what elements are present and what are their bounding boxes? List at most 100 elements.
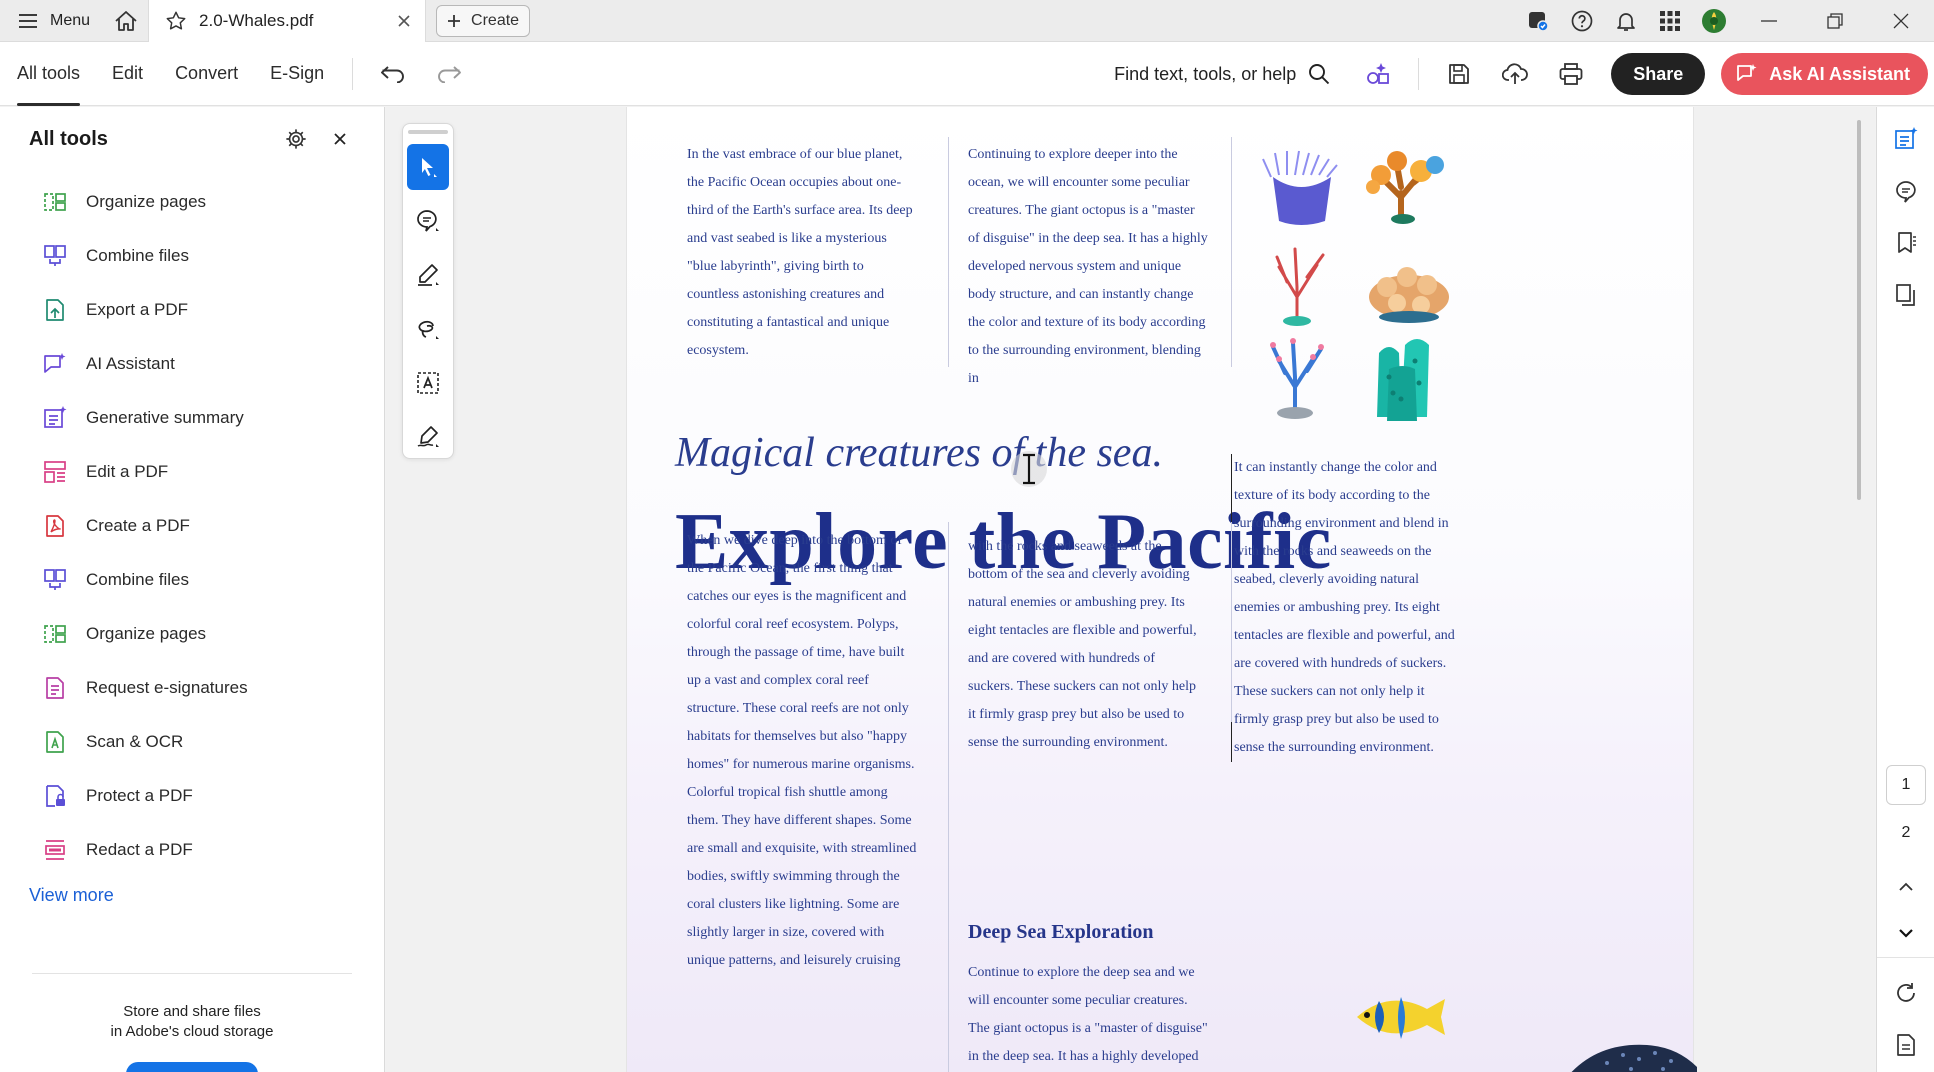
plus-icon	[448, 14, 461, 27]
title-bar: Menu 2.0-Whales.pdf Create	[0, 0, 1934, 42]
ai-shapes-button[interactable]	[1350, 42, 1406, 106]
tab-esign[interactable]: E-Sign	[254, 42, 340, 106]
tab-edit-label: Edit	[112, 63, 144, 83]
minimize-icon	[1761, 20, 1777, 22]
tab-convert[interactable]: Convert	[159, 42, 254, 106]
tool-combine-files[interactable]: Combine files	[0, 229, 384, 283]
tool-label: Generative summary	[86, 408, 244, 427]
tool-combine-files-2[interactable]: Combine files	[0, 553, 384, 607]
ask-ai-assistant-button[interactable]: Ask AI Assistant	[1721, 53, 1928, 95]
upload-button[interactable]	[1487, 42, 1543, 106]
gear-icon	[286, 129, 306, 149]
text-select-tool-button[interactable]	[407, 360, 449, 406]
tool-label: Edit a PDF	[86, 462, 169, 481]
tool-organize-pages[interactable]: Organize pages	[0, 175, 384, 229]
select-tool-button[interactable]	[407, 144, 449, 190]
close-window-button[interactable]	[1868, 0, 1934, 42]
comment-tool-button[interactable]	[407, 198, 449, 244]
rotate-button[interactable]	[1877, 967, 1934, 1019]
tool-label: Organize pages	[86, 192, 207, 211]
combine-files-icon	[42, 567, 68, 593]
tool-request-esignatures[interactable]: Request e-signatures	[0, 661, 384, 715]
save-button[interactable]	[1431, 42, 1487, 106]
highlight-tool-button[interactable]	[407, 252, 449, 298]
page-1-button[interactable]: 1	[1886, 765, 1926, 805]
undo-button[interactable]	[365, 42, 421, 106]
ai-summary-panel-button[interactable]	[1877, 113, 1934, 165]
tool-edit-pdf[interactable]: Edit a PDF	[0, 445, 384, 499]
tab-edit[interactable]: Edit	[96, 42, 159, 106]
sign-tool-button[interactable]	[407, 414, 449, 460]
view-more-link[interactable]: View more	[29, 885, 114, 906]
restore-button[interactable]	[1802, 0, 1868, 42]
comment-icon	[1896, 181, 1916, 203]
page-2-button[interactable]: 2	[1886, 813, 1926, 853]
page-info-button[interactable]	[1877, 1019, 1934, 1071]
tool-ai-assistant[interactable]: AI Assistant	[0, 337, 384, 391]
page-number: 1	[1901, 776, 1911, 793]
panel-header: All tools	[0, 107, 384, 171]
intro-paragraph: In the vast embrace of our blue planet, …	[687, 147, 913, 358]
tool-export-pdf[interactable]: Export a PDF	[0, 283, 384, 337]
avatar-icon	[1702, 9, 1726, 33]
column-divider	[1231, 522, 1232, 722]
help-button[interactable]	[1560, 0, 1604, 42]
help-icon	[1571, 10, 1593, 32]
save-icon	[1449, 64, 1470, 84]
minimize-button[interactable]	[1736, 0, 1802, 42]
drag-handle[interactable]	[408, 130, 448, 134]
tab-all-tools[interactable]: All tools	[0, 42, 96, 106]
document-tab[interactable]: 2.0-Whales.pdf	[148, 0, 427, 42]
apps-icon	[1660, 11, 1680, 31]
find-placeholder: Find text, tools, or help	[1114, 63, 1297, 84]
menu-label: Menu	[50, 11, 91, 29]
tool-create-pdf[interactable]: Create a PDF	[0, 499, 384, 553]
redo-button[interactable]	[421, 42, 477, 106]
tool-label: Scan & OCR	[86, 732, 184, 751]
refresh-icon	[1897, 983, 1915, 1002]
create-button[interactable]: Create	[436, 4, 531, 37]
tool-scan-ocr[interactable]: Scan & OCR	[0, 715, 384, 769]
tool-label: Protect a PDF	[86, 786, 193, 805]
tab-all-tools-label: All tools	[17, 63, 81, 83]
panel-settings-button[interactable]	[274, 117, 318, 161]
signature-pen-icon	[417, 426, 439, 447]
mobile-link-button[interactable]	[1516, 0, 1560, 42]
menu-button[interactable]: Menu	[0, 0, 104, 42]
pdf-page[interactable]: In the vast embrace of our blue planet, …	[626, 107, 1697, 1072]
text-cursor-icon	[1011, 451, 1047, 487]
comments-panel-button[interactable]	[1877, 165, 1934, 217]
tool-protect-pdf[interactable]: Protect a PDF	[0, 769, 384, 823]
home-button[interactable]	[104, 0, 148, 42]
tool-generative-summary[interactable]: Generative summary	[0, 391, 384, 445]
star-icon[interactable]	[165, 10, 187, 32]
all-tools-panel: All tools Organize pages Combine files E…	[0, 107, 385, 1072]
tool-label: Request e-signatures	[86, 678, 248, 697]
previous-page-button[interactable]	[1877, 861, 1934, 913]
find-box[interactable]: Find text, tools, or help	[1114, 63, 1350, 85]
section-heading: Deep Sea Exploration	[968, 921, 1154, 943]
tool-organize-pages-2[interactable]: Organize pages	[0, 607, 384, 661]
next-page-button[interactable]	[1877, 907, 1934, 959]
export-pdf-icon	[42, 297, 68, 323]
pages-panel-button[interactable]	[1877, 269, 1934, 321]
tool-list: Organize pages Combine files Export a PD…	[0, 175, 384, 877]
apps-button[interactable]	[1648, 0, 1692, 42]
bookmarks-panel-button[interactable]	[1877, 217, 1934, 269]
vertical-scrollbar[interactable]	[1857, 120, 1861, 500]
close-tab-icon[interactable]	[397, 14, 411, 28]
draw-tool-button[interactable]	[407, 306, 449, 352]
mobile-icon	[1529, 12, 1549, 32]
promo-line-1: Store and share files	[123, 1003, 261, 1020]
coral-reef-paragraph: When we dive deep into the bottom of the…	[687, 533, 917, 968]
panel-close-button[interactable]	[318, 117, 362, 161]
avatar[interactable]	[1692, 0, 1736, 42]
notifications-button[interactable]	[1604, 0, 1648, 42]
tool-label: Combine files	[86, 570, 189, 589]
print-button[interactable]	[1543, 42, 1599, 106]
generative-summary-icon	[1895, 127, 1918, 149]
deep-sea-paragraph: Continue to explore the deep sea and we …	[968, 965, 1208, 1064]
tool-redact-pdf[interactable]: Redact a PDF	[0, 823, 384, 877]
share-button[interactable]: Share	[1611, 53, 1706, 95]
promo-button[interactable]	[126, 1062, 258, 1072]
